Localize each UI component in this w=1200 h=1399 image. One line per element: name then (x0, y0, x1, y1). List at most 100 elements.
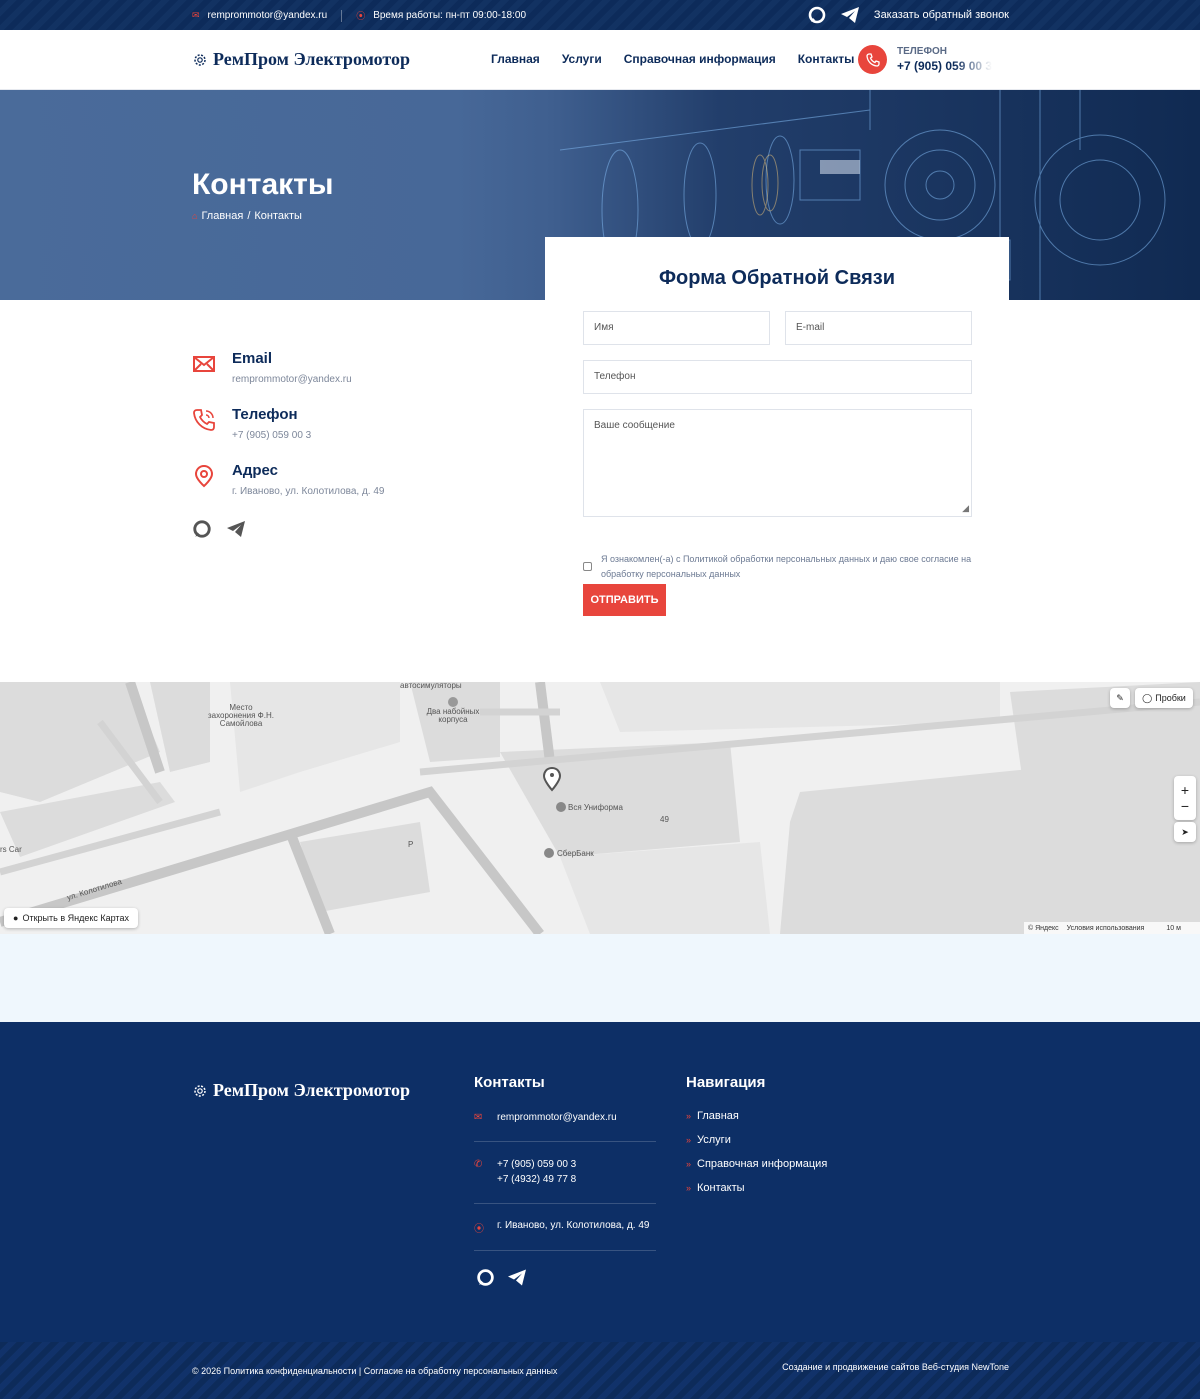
message-placeholder: Ваше сообщение (594, 420, 675, 431)
zoom-out-button[interactable]: − (1181, 798, 1189, 814)
map-copyright[interactable]: © Яндекс (1028, 925, 1059, 932)
pin-icon: ● (13, 913, 19, 923)
map-terms-link[interactable]: Условия использования (1067, 925, 1145, 932)
ruler-button[interactable]: ✎ (1110, 688, 1130, 708)
footer-credit[interactable]: Создание и продвижение сайтов Веб-студия… (782, 1362, 1009, 1372)
name-input[interactable]: Имя (583, 311, 770, 345)
map-label-sber[interactable]: СберБанк (557, 850, 594, 858)
contact-phone-value[interactable]: +7 (905) 059 00 3 (232, 430, 384, 441)
mail-icon: ✉ (474, 1112, 483, 1123)
traffic-label: Пробки (1155, 693, 1186, 703)
map-label-burial: Место захоронения Ф.Н. Самойлова (208, 703, 274, 728)
footer-nav-item-home[interactable]: » Главная (686, 1110, 827, 1122)
chat-icon[interactable] (476, 1268, 495, 1287)
topbar-email[interactable]: remprommotor@yandex.ru (208, 10, 328, 21)
contact-phone: Телефон +7 (905) 059 00 3 (192, 406, 384, 462)
footer-copyright[interactable]: © 2026 Политика конфиденциальности | Сог… (192, 1366, 557, 1376)
contact-address: Адрес г. Иваново, ул. Колотилова, д. 49 (192, 462, 384, 518)
top-bar: ✉ remprommotor@yandex.ru ⦿ Время работы:… (0, 0, 1200, 30)
contact-list: Email remprommotor@yandex.ru Телефон +7 … (192, 350, 384, 518)
mail-icon: ✉ (192, 10, 200, 20)
phone-icon (858, 45, 887, 74)
open-in-yandex-maps-label: Открыть в Яндекс Картах (22, 913, 129, 923)
gear-icon (194, 53, 206, 66)
footer-nav: » Главная » Услуги » Справочная информация … (686, 1110, 827, 1206)
footer-email-row: ✉ remprommotor@yandex.ru (474, 1112, 656, 1123)
envelope-icon (193, 356, 215, 372)
phone-number[interactable]: +7 (905) 059 00 3 (897, 59, 992, 73)
contact-email-value[interactable]: remprommotor@yandex.ru (232, 374, 384, 385)
footer-phone-1[interactable]: +7 (905) 059 00 3 (497, 1159, 656, 1170)
contact-email: Email remprommotor@yandex.ru (192, 350, 384, 406)
geolocation-button[interactable]: ➤ (1174, 822, 1196, 842)
telegram-icon[interactable] (840, 6, 860, 24)
logo-text: РемПром Электромотор (213, 49, 410, 69)
consent-row: Я ознакомлен(-а) с Политикой обработки п… (583, 552, 973, 582)
telegram-icon[interactable] (226, 519, 246, 539)
breadcrumb-current: Контакты (254, 210, 302, 222)
logo[interactable]: РемПром Электромотор (192, 49, 410, 70)
nav-item-reference[interactable]: Справочная информация (624, 52, 776, 66)
footer-nav-title: Навигация (686, 1074, 766, 1091)
email-input[interactable]: E-mail (785, 311, 972, 345)
location-icon: ⦿ (356, 11, 366, 21)
nav-item-contacts[interactable]: Контакты (798, 52, 855, 66)
divider (474, 1250, 656, 1251)
telegram-icon[interactable] (507, 1268, 527, 1287)
divider (474, 1141, 656, 1142)
footer-address: г. Иваново, ул. Колотилова, д. 49 (497, 1220, 650, 1231)
phone-icon (193, 409, 215, 431)
footer-nav-item-contacts[interactable]: » Контакты (686, 1182, 827, 1194)
map-scale: 10 м (1166, 924, 1181, 932)
resize-handle-icon[interactable]: ◢ (962, 503, 969, 514)
phone-icon: ✆ (474, 1159, 483, 1170)
contact-phone-title: Телефон (232, 406, 298, 423)
main-nav: Главная Услуги Справочная информация Кон… (491, 52, 854, 66)
breadcrumb-home[interactable]: Главная (201, 210, 243, 222)
navigation-arrow-icon: ➤ (1181, 826, 1189, 837)
form-title: Форма Обратной Связи (658, 267, 896, 289)
footer-nav-item-services[interactable]: » Услуги (686, 1134, 827, 1146)
traffic-icon: ◯ (1142, 692, 1153, 703)
footer-phone-2[interactable]: +7 (4932) 49 77 8 (497, 1174, 656, 1185)
phone-input[interactable]: Телефон (583, 360, 972, 394)
divider (341, 9, 343, 22)
location-icon: ⦿ (474, 1224, 484, 1235)
zoom-in-button[interactable]: + (1181, 782, 1189, 798)
map-attribution: © Яндекс Условия использования 10 м (1024, 922, 1200, 934)
breadcrumb: ⌂ Главная / Контакты (192, 210, 302, 222)
submit-button[interactable]: ОТПРАВИТЬ (583, 584, 666, 616)
footer-logo[interactable]: РемПром Электромотор (192, 1080, 410, 1101)
breadcrumb-separator: / (247, 210, 251, 222)
footer-contacts-title: Контакты (474, 1074, 545, 1091)
page-title: Контакты (192, 168, 334, 201)
footer-nav-item-reference[interactable]: » Справочная информация (686, 1158, 827, 1170)
footer-logo-text: РемПром Электромотор (213, 1080, 410, 1100)
header-phone[interactable]: ТЕЛЕФОН +7 (905) 059 00 3 (858, 45, 992, 74)
traffic-button[interactable]: ◯ Пробки (1135, 688, 1193, 708)
phone-label: ТЕЛЕФОН (897, 46, 947, 57)
topbar-hours: Время работы: пн-пт 09:00-18:00 (373, 10, 527, 21)
map-label-parking: P (408, 840, 414, 849)
chat-icon[interactable] (192, 519, 212, 539)
zoom-control: + − (1174, 776, 1196, 820)
yandex-map[interactable]: автосимуляторы Место захоронения Ф.Н. Са… (0, 682, 1200, 934)
map-label-cars: rs Car (0, 845, 22, 854)
feedback-form: Форма Обратной Связи Имя E-mail Телефон … (545, 237, 1009, 657)
chat-icon[interactable] (808, 6, 826, 24)
callback-link[interactable]: Заказать обратный звонок (874, 9, 1009, 21)
consent-checkbox[interactable] (583, 562, 592, 571)
header: РемПром Электромотор Главная Услуги Спра… (0, 30, 1200, 90)
nav-item-home[interactable]: Главная (491, 52, 540, 66)
map-label-uniform[interactable]: Вся Униформа (568, 804, 623, 812)
contact-social (192, 519, 246, 539)
open-in-yandex-maps-button[interactable]: ● Открыть в Яндекс Картах (4, 908, 138, 928)
footer-phone-row: ✆ +7 (905) 059 00 3 +7 (4932) 49 77 8 (474, 1159, 656, 1185)
contact-address-title: Адрес (232, 462, 279, 479)
divider (474, 1203, 656, 1204)
footer-bottom-bar: © 2026 Политика конфиденциальности | Сог… (0, 1342, 1200, 1399)
nav-item-services[interactable]: Услуги (562, 52, 602, 66)
footer-email[interactable]: remprommotor@yandex.ru (497, 1112, 617, 1123)
footer: РемПром Электромотор Контакты ✉ rempromm… (0, 1022, 1200, 1399)
message-textarea[interactable]: Ваше сообщение ◢ (583, 409, 972, 517)
